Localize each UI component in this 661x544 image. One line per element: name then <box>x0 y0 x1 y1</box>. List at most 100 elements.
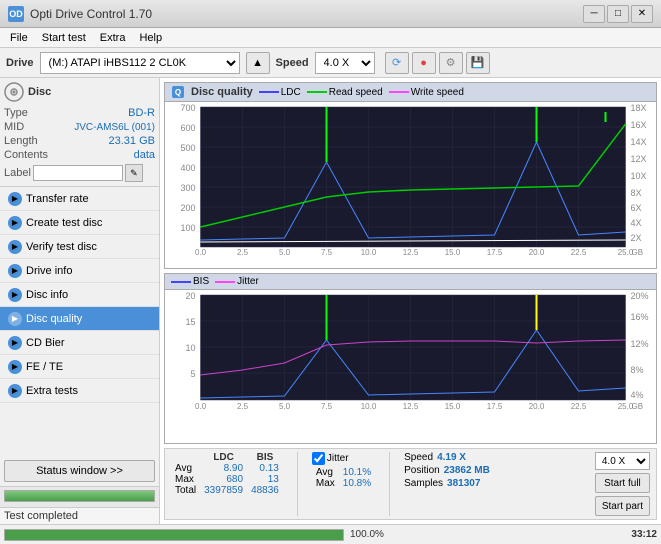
stats-max-ldc: 680 <box>200 474 247 485</box>
menu-file[interactable]: File <box>4 31 34 45</box>
stats-max-bis: 13 <box>247 474 283 485</box>
nav-label-fe-te: FE / TE <box>26 361 63 373</box>
nav-verify-test-disc[interactable]: ▶ Verify test disc <box>0 235 159 259</box>
svg-text:5.0: 5.0 <box>279 402 291 410</box>
nav-label-verify-test-disc: Verify test disc <box>26 241 97 253</box>
svg-text:22.5: 22.5 <box>571 402 587 410</box>
stats-avg-bis: 0.13 <box>247 463 283 474</box>
nav-cd-bier[interactable]: ▶ CD Bier <box>0 331 159 355</box>
progress-bar <box>4 490 155 502</box>
nav-icon-cd-bier: ▶ <box>8 336 22 350</box>
start-part-button[interactable]: Start part <box>595 496 650 516</box>
legend-ldc: LDC <box>259 87 301 98</box>
speed-position-label: Position <box>404 465 440 476</box>
svg-text:20%: 20% <box>631 291 649 301</box>
nav-icon-fe-te: ▶ <box>8 360 22 374</box>
disc-quality-svg: 700 600 500 400 300 200 100 18X 16X 14X … <box>165 102 656 257</box>
disc-contents-value: data <box>134 149 155 161</box>
app-icon: OD <box>8 6 24 22</box>
speed-label: Speed <box>276 57 309 69</box>
title-bar: OD Opti Drive Control 1.70 ─ □ ✕ <box>0 0 661 28</box>
svg-text:300: 300 <box>180 183 195 193</box>
stats-avg-ldc: 8.90 <box>200 463 247 474</box>
jitter-check[interactable] <box>312 452 325 465</box>
bottom-progress-label: 100.0% <box>350 529 384 540</box>
disc-length-label: Length <box>4 135 38 147</box>
nav-disc-info[interactable]: ▶ Disc info <box>0 283 159 307</box>
svg-text:7.5: 7.5 <box>321 248 333 257</box>
disc-quality-chart-header: Q Disc quality LDC Read speed Write spee… <box>165 83 656 102</box>
svg-text:0.0: 0.0 <box>195 248 207 257</box>
col-header-ldc: LDC <box>200 452 247 463</box>
left-panel: Disc Type BD-R MID JVC-AMS6L (001) Lengt… <box>0 78 160 524</box>
nav-fe-te[interactable]: ▶ FE / TE <box>0 355 159 379</box>
svg-text:2X: 2X <box>631 233 642 243</box>
menu-start-test[interactable]: Start test <box>36 31 92 45</box>
svg-text:20.0: 20.0 <box>529 402 545 410</box>
stats-total-bis: 48836 <box>247 485 283 496</box>
jitter-section: Jitter Avg 10.1% Max 10.8% <box>312 452 375 489</box>
disc-label-input[interactable] <box>33 165 123 181</box>
speed-row-position: Position 23862 MB <box>404 465 490 476</box>
svg-text:8%: 8% <box>631 365 644 375</box>
jitter-checkbox[interactable]: Jitter <box>312 452 375 465</box>
minimize-button[interactable]: ─ <box>583 5 605 23</box>
window-title: Opti Drive Control 1.70 <box>30 7 152 21</box>
stats-max-row: Max 680 13 <box>171 474 283 485</box>
progress-bar-fill <box>5 491 154 501</box>
disc-contents-label: Contents <box>4 149 48 161</box>
svg-text:500: 500 <box>180 143 195 153</box>
nav-extra-tests[interactable]: ▶ Extra tests <box>0 379 159 403</box>
speed-select[interactable]: 4.0 X <box>315 52 375 74</box>
svg-text:12.5: 12.5 <box>403 402 419 410</box>
menu-help[interactable]: Help <box>133 31 168 45</box>
eject-button[interactable]: ▲ <box>246 52 270 74</box>
refresh-button[interactable]: ⟳ <box>385 52 409 74</box>
svg-text:100: 100 <box>180 223 195 233</box>
disc-button[interactable]: ● <box>412 52 436 74</box>
close-button[interactable]: ✕ <box>631 5 653 23</box>
svg-text:5: 5 <box>190 369 195 379</box>
svg-text:20.0: 20.0 <box>529 248 545 257</box>
disc-mid-row: MID JVC-AMS6L (001) <box>4 120 155 134</box>
stats-separator-1 <box>297 452 298 516</box>
speed-avg-value: 4.19 X <box>437 452 466 463</box>
svg-text:15.0: 15.0 <box>445 248 461 257</box>
speed-select-box[interactable]: 4.0 X <box>595 452 650 470</box>
start-full-button[interactable]: Start full <box>595 473 650 493</box>
svg-text:10.0: 10.0 <box>361 248 377 257</box>
stats-separator-2 <box>389 452 390 516</box>
nav-icon-drive-info: ▶ <box>8 264 22 278</box>
svg-text:7.5: 7.5 <box>321 402 333 410</box>
save-button[interactable]: 💾 <box>466 52 490 74</box>
disc-label-edit-button[interactable]: ✎ <box>125 164 143 182</box>
maximize-button[interactable]: □ <box>607 5 629 23</box>
nav-icon-create-test-disc: ▶ <box>8 216 22 230</box>
nav-transfer-rate[interactable]: ▶ Transfer rate <box>0 187 159 211</box>
disc-mid-label: MID <box>4 121 24 133</box>
nav-create-test-disc[interactable]: ▶ Create test disc <box>0 211 159 235</box>
svg-text:16X: 16X <box>631 120 647 130</box>
bottom-progress-bar <box>4 529 344 541</box>
nav-list: ▶ Transfer rate ▶ Create test disc ▶ Ver… <box>0 187 159 403</box>
disc-label-text: Label <box>4 167 31 179</box>
nav-label-disc-quality: Disc quality <box>26 313 82 325</box>
svg-text:2.5: 2.5 <box>237 248 249 257</box>
svg-text:0.0: 0.0 <box>195 402 207 410</box>
svg-text:5.0: 5.0 <box>279 248 291 257</box>
jitter-label: Jitter <box>327 453 349 464</box>
status-text: Test completed <box>0 507 159 524</box>
disc-icon <box>4 82 24 102</box>
nav-drive-info[interactable]: ▶ Drive info <box>0 259 159 283</box>
svg-text:20: 20 <box>185 291 195 301</box>
svg-text:12X: 12X <box>631 154 647 164</box>
status-window-button[interactable]: Status window >> <box>4 460 155 482</box>
nav-disc-quality[interactable]: ▶ Disc quality <box>0 307 159 331</box>
svg-text:8X: 8X <box>631 188 642 198</box>
svg-text:12%: 12% <box>631 339 649 349</box>
svg-text:600: 600 <box>180 123 195 133</box>
menu-extra[interactable]: Extra <box>94 31 132 45</box>
settings-button[interactable]: ⚙ <box>439 52 463 74</box>
drive-select[interactable]: (M:) ATAPI iHBS112 2 CL0K <box>40 52 240 74</box>
disc-type-label: Type <box>4 107 28 119</box>
